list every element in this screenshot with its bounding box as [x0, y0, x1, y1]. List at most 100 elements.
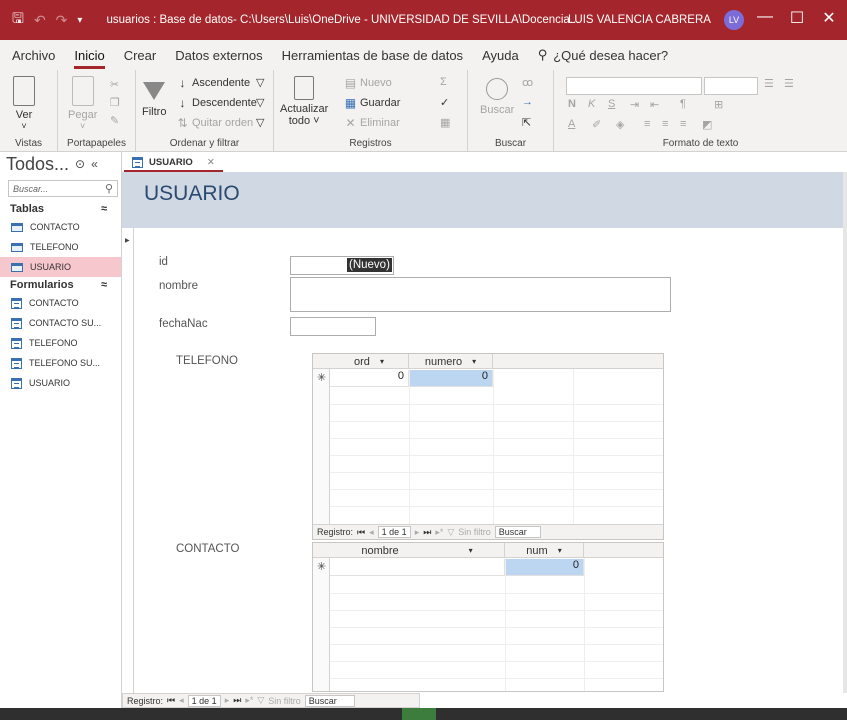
highlight-icon[interactable]: ✐ [592, 118, 601, 131]
fill-color-icon[interactable]: ◈ [616, 118, 624, 131]
replace-icon[interactable]: ꝏ [522, 76, 533, 89]
vertical-scrollbar[interactable] [843, 172, 847, 693]
record-search-input[interactable]: Buscar [304, 694, 355, 707]
minimize-button[interactable]: — [750, 8, 780, 26]
pegar-button[interactable]: Pegar ˅ [68, 76, 97, 131]
avatar[interactable]: LV [724, 10, 744, 30]
nuevo-button[interactable]: ▤ Nuevo [344, 76, 392, 90]
tab-inicio[interactable]: Inicio [74, 48, 106, 69]
nav-dropdown-icon[interactable]: ⊙ [75, 157, 85, 171]
tell-me-search[interactable]: ⚲ ¿Qué desea hacer? [538, 47, 668, 63]
alt-row-color-icon[interactable]: ◩ [702, 118, 712, 131]
eliminar-button[interactable]: ✕ Eliminar [344, 116, 399, 130]
copy-icon[interactable]: ❐ [110, 96, 120, 109]
advanced-filter-icon[interactable]: ▽ [256, 96, 264, 109]
no-filter-icon[interactable]: ▽ [447, 527, 454, 538]
totals-icon[interactable]: Σ [440, 76, 447, 88]
row-selector-column[interactable] [313, 558, 330, 691]
nav-title[interactable]: Todos... ⊙ « [0, 152, 121, 176]
document-tab-usuario[interactable]: USUARIO ✕ [124, 154, 223, 172]
spelling-icon[interactable]: ✓ [440, 96, 449, 109]
tab-ayuda[interactable]: Ayuda [482, 48, 519, 63]
selection-filter-icon[interactable]: ▽ [256, 76, 264, 89]
outdent-icon[interactable]: ⇤ [650, 98, 659, 111]
user-name[interactable]: LUIS VALENCIA CABRERA [568, 14, 711, 26]
col-header-ord[interactable]: ord ▾ [330, 354, 409, 369]
new-nav-record-icon[interactable]: ▸* [435, 527, 443, 538]
nav-form-contacto-sub[interactable]: CONTACTO Su... [0, 313, 121, 333]
collapse-nav-icon[interactable]: « [91, 157, 98, 171]
align-left-icon[interactable]: ≡ [644, 118, 650, 130]
nombre-field[interactable] [290, 277, 671, 312]
col-header-nombre[interactable]: nombre ▾ [330, 543, 505, 558]
more-icon[interactable]: ▦ [440, 116, 450, 129]
buscar-button[interactable]: Buscar [480, 78, 514, 116]
save-icon[interactable]: 🖫 [12, 8, 24, 32]
col-header-numero[interactable]: numero ▾ [409, 354, 493, 369]
first-record-icon[interactable]: ⏮ [357, 527, 365, 538]
col-header-num[interactable]: num ▾ [505, 543, 584, 558]
restore-button[interactable]: ☐ [782, 8, 812, 28]
font-name-select[interactable] [566, 77, 702, 95]
format-painter-icon[interactable]: ✎ [110, 114, 119, 127]
ascendente-button[interactable]: ↓ Ascendente [176, 76, 251, 90]
nav-section-formularios[interactable]: Formularios ≈ [0, 277, 121, 293]
quitar-orden-button[interactable]: ⇅ Quitar orden [176, 116, 253, 130]
font-color-icon[interactable]: A [568, 118, 575, 130]
cut-icon[interactable]: ✂ [110, 78, 119, 91]
bold-button[interactable]: N [568, 98, 576, 110]
cell-ord[interactable]: 0 [330, 370, 409, 387]
prev-record-icon[interactable]: ◂ [179, 695, 184, 706]
paragraph-icon[interactable]: ¶ [680, 98, 686, 110]
ver-button[interactable]: Ver ˅ [13, 76, 35, 131]
indent-icon[interactable]: ⇥ [630, 98, 639, 111]
filtro-button[interactable]: Filtro [142, 76, 166, 118]
record-position-input[interactable]: 1 de 1 [377, 526, 411, 538]
tab-datos-externos[interactable]: Datos externos [175, 48, 262, 63]
new-nav-record-icon[interactable]: ▸* [245, 695, 253, 706]
select-icon[interactable]: ⇱ [522, 116, 531, 129]
record-search-input[interactable]: Buscar [494, 526, 541, 538]
fechanac-field[interactable] [290, 317, 376, 336]
nav-table-telefono[interactable]: TELEFONO [0, 237, 121, 257]
prev-record-icon[interactable]: ◂ [369, 527, 374, 538]
cell-numero[interactable]: 0 [409, 370, 493, 387]
goto-icon[interactable]: → [522, 96, 533, 108]
descendente-button[interactable]: ↓ Descendente [176, 96, 257, 110]
next-record-icon[interactable]: ▸ [415, 527, 420, 538]
gridlines-icon[interactable]: ⊞ [714, 98, 723, 111]
nav-table-contacto[interactable]: CONTACTO [0, 217, 121, 237]
first-record-icon[interactable]: ⏮ [167, 695, 175, 706]
nav-section-tablas[interactable]: Tablas ≈ [0, 201, 121, 217]
next-record-icon[interactable]: ▸ [225, 695, 230, 706]
close-button[interactable]: ✕ [814, 8, 844, 28]
record-position-input[interactable]: 1 de 1 [187, 694, 221, 707]
actualizar-button[interactable]: Actualizar todo ˅ [280, 76, 328, 127]
cell-nombre[interactable] [330, 559, 505, 576]
nav-form-usuario[interactable]: USUARIO [0, 373, 121, 393]
tab-crear[interactable]: Crear [124, 48, 157, 63]
align-right-icon[interactable]: ≡ [680, 118, 686, 130]
tab-archivo[interactable]: Archivo [12, 48, 55, 63]
redo-icon[interactable]: ↷ [56, 12, 68, 29]
last-record-icon[interactable]: ⏭ [233, 695, 241, 706]
bullets-icon[interactable]: ☰ [764, 77, 774, 90]
nav-form-contacto[interactable]: CONTACTO [0, 293, 121, 313]
undo-icon[interactable]: ↶ [34, 12, 46, 29]
font-size-select[interactable] [704, 77, 758, 95]
numbering-icon[interactable]: ☰ [784, 77, 794, 90]
id-field[interactable]: (Nuevo) [290, 256, 394, 275]
nav-table-usuario[interactable]: USUARIO [0, 257, 121, 277]
italic-button[interactable]: K [588, 98, 595, 110]
row-selector-column[interactable] [313, 369, 330, 524]
nav-form-telefono[interactable]: TELEFONO [0, 333, 121, 353]
guardar-button[interactable]: ▦ Guardar [344, 96, 401, 110]
nav-search-input[interactable]: Buscar... ⚲ [8, 180, 118, 197]
align-center-icon[interactable]: ≡ [662, 118, 668, 130]
underline-button[interactable]: S [608, 98, 615, 110]
record-selector[interactable] [122, 228, 134, 693]
no-filter-icon[interactable]: ▽ [257, 695, 264, 706]
cell-num[interactable]: 0 [505, 559, 584, 576]
close-tab-icon[interactable]: ✕ [207, 157, 215, 168]
tab-herramientas[interactable]: Herramientas de base de datos [282, 48, 463, 63]
